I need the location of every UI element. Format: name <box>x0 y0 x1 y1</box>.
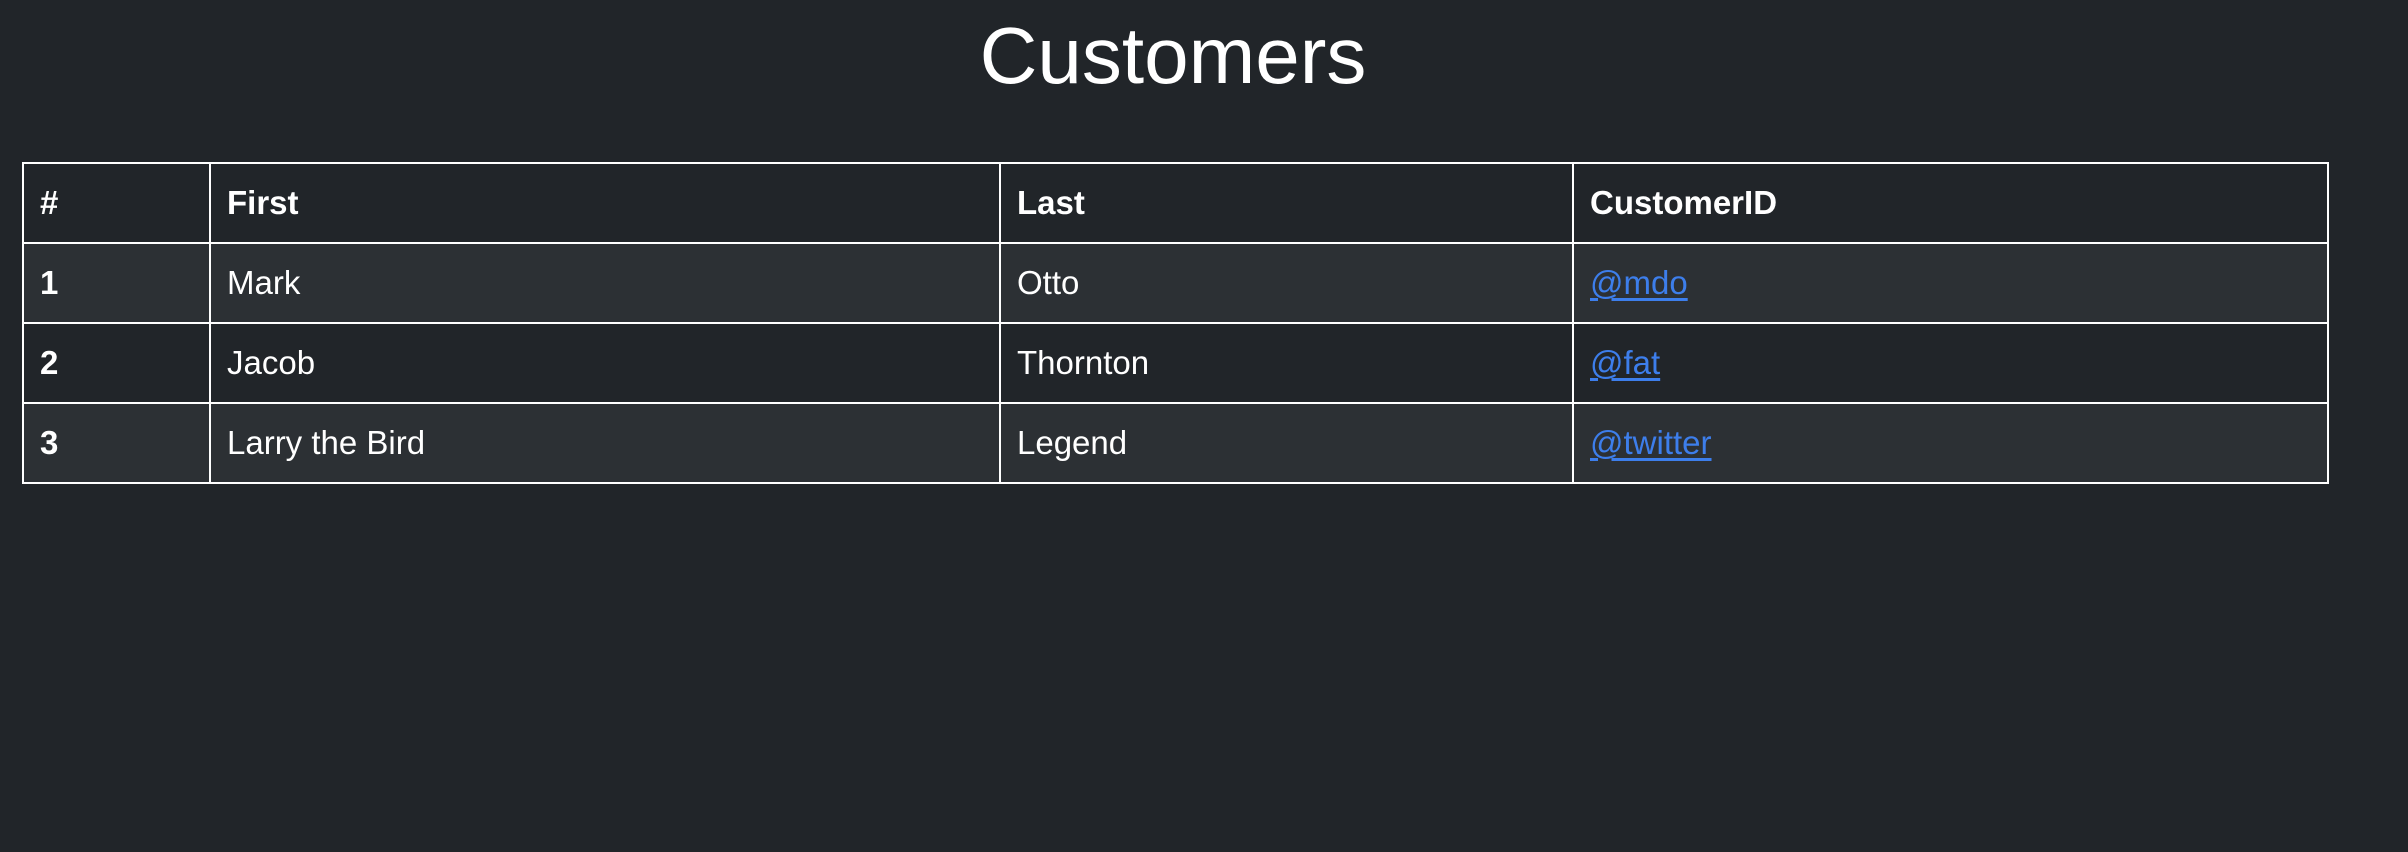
first-name-cell: Larry the Bird <box>209 402 1001 484</box>
customer-id-link[interactable]: @fat <box>1590 344 1660 381</box>
page-title: Customers <box>979 11 1367 100</box>
last-name-cell: Legend <box>999 402 1574 484</box>
customers-table: # First Last CustomerID 1 Mark Otto @mdo… <box>22 162 2329 484</box>
row-number: 1 <box>22 242 211 324</box>
table-body: 1 Mark Otto @mdo 2 Jacob Thornton @fat 3… <box>22 242 2329 484</box>
table-header: # First Last CustomerID <box>22 162 2329 244</box>
last-name-cell: Otto <box>999 242 1574 324</box>
table-row: 2 Jacob Thornton @fat <box>22 322 2329 404</box>
column-header-first: First <box>209 162 1001 244</box>
first-name-cell: Mark <box>209 242 1001 324</box>
customer-id-cell: @twitter <box>1572 402 2329 484</box>
column-header-number: # <box>22 162 211 244</box>
last-name-cell: Thornton <box>999 322 1574 404</box>
customer-id-cell: @mdo <box>1572 242 2329 324</box>
customer-id-link[interactable]: @twitter <box>1590 424 1712 461</box>
row-number: 3 <box>22 402 211 484</box>
customer-id-cell: @fat <box>1572 322 2329 404</box>
table-header-row: # First Last CustomerID <box>22 162 2329 244</box>
column-header-customer-id: CustomerID <box>1572 162 2329 244</box>
column-header-last: Last <box>999 162 1574 244</box>
customer-id-link[interactable]: @mdo <box>1590 264 1688 301</box>
first-name-cell: Jacob <box>209 322 1001 404</box>
table-row: 3 Larry the Bird Legend @twitter <box>22 402 2329 484</box>
table-row: 1 Mark Otto @mdo <box>22 242 2329 324</box>
row-number: 2 <box>22 322 211 404</box>
